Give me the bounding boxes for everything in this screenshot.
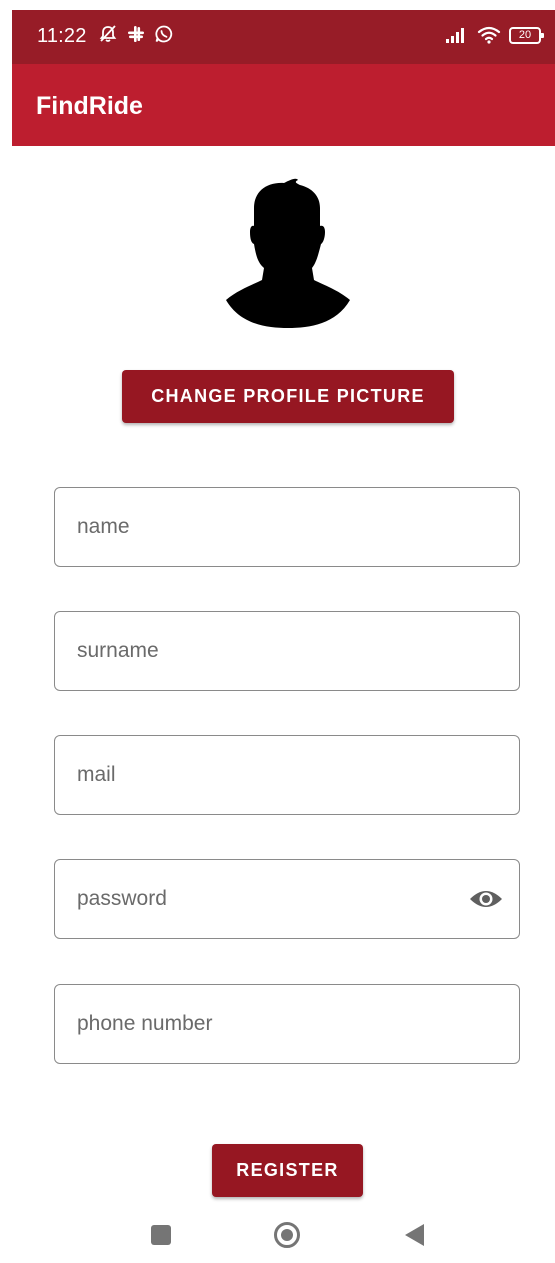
whatsapp-icon [155,25,173,43]
status-time: 11:22 [37,25,87,47]
app-title: FindRide [36,92,143,120]
surname-field[interactable] [54,611,520,691]
name-input[interactable] [77,488,477,566]
battery-icon: 20 [509,26,544,44]
triangle-back-icon[interactable] [404,1223,424,1247]
muted-icon [99,25,117,42]
phone-number-field[interactable] [54,984,520,1064]
password-field[interactable] [54,859,520,939]
circle-icon[interactable] [273,1221,301,1249]
mail-input[interactable] [77,736,477,814]
name-field[interactable] [54,487,520,567]
change-profile-picture-button[interactable]: CHANGE PROFILE PICTURE [122,370,454,423]
password-input[interactable] [77,860,477,938]
surname-input[interactable] [77,612,477,690]
square-icon[interactable] [151,1225,171,1245]
eye-icon[interactable] [469,886,503,912]
app-bar: FindRide [12,64,555,146]
wifi-icon [477,26,501,44]
person-silhouette-icon [226,178,350,328]
mail-field[interactable] [54,735,520,815]
phone-number-input[interactable] [77,985,477,1063]
status-right: 20 [445,26,544,44]
status-bar: 11:22 20 [12,10,555,64]
notification-icons [98,24,174,44]
register-button[interactable]: REGISTER [212,1144,363,1197]
slack-icon [128,26,144,42]
signal-icon [446,28,464,43]
